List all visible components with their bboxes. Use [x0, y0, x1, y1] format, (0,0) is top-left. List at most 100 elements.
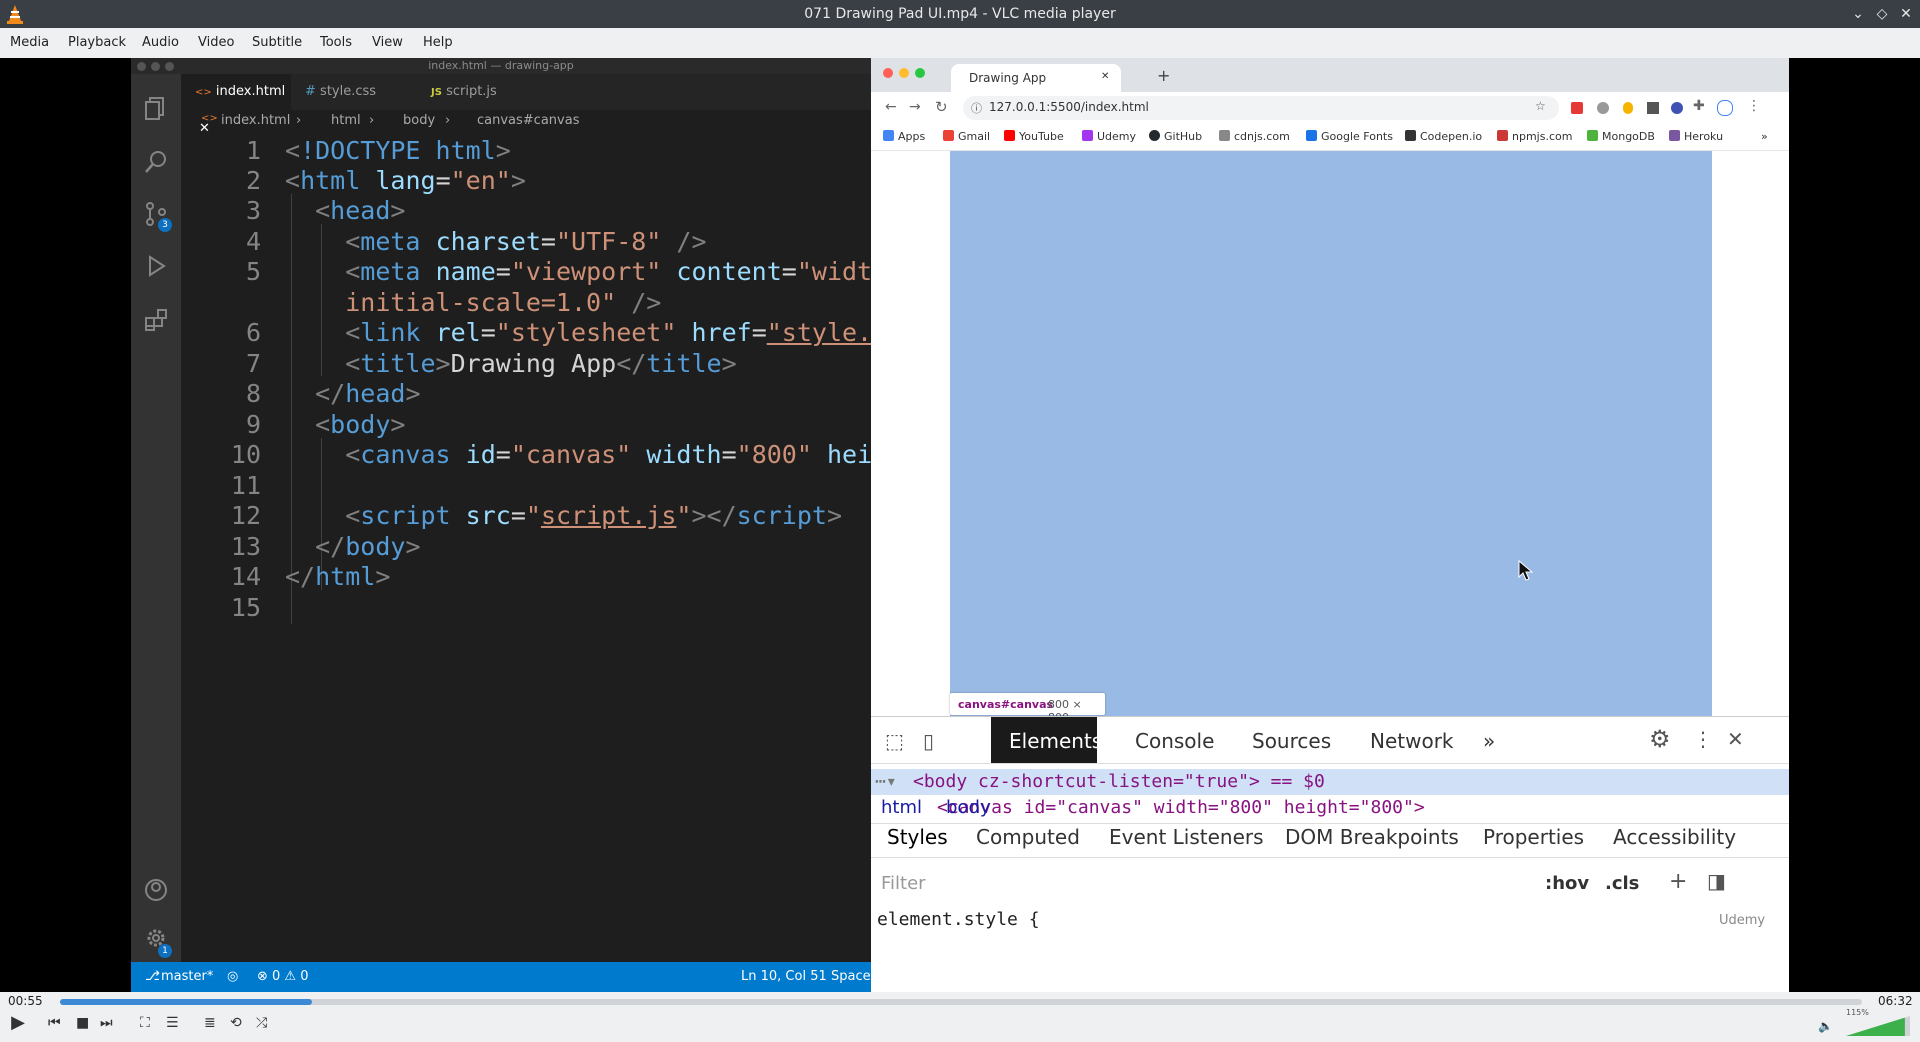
- devtools-tab-sources[interactable]: Sources: [1252, 729, 1331, 753]
- explorer-icon[interactable]: [142, 94, 170, 122]
- menu-audio[interactable]: Audio: [142, 35, 179, 50]
- extensions-puzzle-icon[interactable]: ✚: [1693, 98, 1705, 114]
- restore-icon[interactable]: ◇: [1872, 4, 1892, 24]
- breadcrumb-item[interactable]: html: [331, 113, 361, 128]
- address-bar[interactable]: ⓘ 127.0.0.1:5500/index.html ☆: [963, 96, 1559, 120]
- git-branch[interactable]: master*: [161, 969, 213, 984]
- menu-view[interactable]: View: [372, 35, 403, 50]
- fullscreen-icon[interactable]: ⛶: [140, 1015, 150, 1031]
- new-tab-button[interactable]: +: [1157, 66, 1170, 85]
- add-style-rule-icon[interactable]: +: [1669, 869, 1687, 894]
- play-icon[interactable]: ▶: [6, 1012, 30, 1036]
- back-arrow-icon[interactable]: ←: [885, 99, 897, 115]
- subtab-event-listeners[interactable]: Event Listeners: [1109, 825, 1264, 849]
- extension-icon[interactable]: [1597, 102, 1609, 114]
- bookmark-heroku[interactable]: Heroku: [1669, 130, 1723, 143]
- playlist-icon[interactable]: ≣: [204, 1015, 216, 1031]
- maximize-window-dot-icon[interactable]: [915, 68, 925, 78]
- tab-index-html[interactable]: <> index.html ✕: [181, 74, 291, 136]
- run-debug-icon[interactable]: [142, 252, 170, 280]
- bookmark-udemy[interactable]: Udemy: [1082, 130, 1136, 143]
- kebab-menu-icon[interactable]: ⋮: [1693, 727, 1713, 751]
- info-icon[interactable]: ⓘ: [971, 100, 982, 116]
- stop-icon[interactable]: ■: [76, 1015, 89, 1031]
- bookmark-mongodb[interactable]: MongoDB: [1587, 130, 1655, 143]
- extension-icon[interactable]: [1647, 102, 1659, 114]
- menu-playback[interactable]: Playback: [68, 35, 126, 50]
- problems-indicator[interactable]: ⊗ 0 ⚠ 0: [257, 969, 309, 984]
- code-line: <link rel="stylesheet" href="style.: [345, 318, 873, 347]
- extension-icon[interactable]: [1571, 102, 1583, 114]
- menu-subtitle[interactable]: Subtitle: [252, 35, 302, 50]
- breadcrumb-item[interactable]: canvas#canvas: [477, 113, 579, 128]
- close-devtools-icon[interactable]: ✕: [1727, 727, 1744, 751]
- subtab-computed[interactable]: Computed: [976, 825, 1080, 849]
- device-toolbar-icon[interactable]: ▯: [923, 729, 934, 753]
- settings-gear-icon[interactable]: ⚙: [1649, 725, 1671, 753]
- bookmark-youtube[interactable]: YouTube: [1004, 130, 1064, 143]
- extension-icon[interactable]: [1623, 102, 1633, 114]
- tab-script-js[interactable]: JS script.js: [417, 74, 527, 110]
- inspect-element-icon[interactable]: ⬚: [885, 729, 904, 753]
- breadcrumb-item[interactable]: body: [403, 113, 435, 128]
- seek-bar[interactable]: [60, 999, 1862, 1005]
- menu-media[interactable]: Media: [10, 35, 49, 50]
- code-editor[interactable]: 1 2 3 4 5 6 7 8 9 10 11 12 13 14 15 <!DO…: [181, 134, 873, 962]
- minimize-icon[interactable]: ⌄: [1848, 4, 1868, 24]
- kebab-menu-icon[interactable]: ⋮: [1747, 98, 1761, 114]
- volume-slider[interactable]: [1846, 1016, 1910, 1036]
- menu-help[interactable]: Help: [423, 35, 453, 50]
- sync-icon[interactable]: ◎: [227, 969, 238, 984]
- menu-tools[interactable]: Tools: [320, 35, 352, 50]
- browser-tab[interactable]: Drawing App ✕: [951, 64, 1121, 92]
- hover-state-toggle[interactable]: :hov: [1545, 873, 1589, 894]
- bookmark-apps[interactable]: Apps: [883, 130, 925, 143]
- tab-style-css[interactable]: # style.css: [291, 74, 417, 110]
- dom-tree-row-selected[interactable]: ⋯▾ <body cz-shortcut-listen="true"> == $…: [871, 769, 1789, 795]
- subtab-accessibility[interactable]: Accessibility: [1613, 825, 1736, 849]
- extended-settings-icon[interactable]: ☰: [166, 1015, 179, 1031]
- close-tab-icon[interactable]: ✕: [1101, 71, 1109, 82]
- elapsed-time[interactable]: 00:55: [8, 994, 43, 1008]
- extension-icon[interactable]: [1671, 102, 1683, 114]
- bookmark-gmail[interactable]: Gmail: [943, 130, 990, 143]
- line-number: 3: [245, 196, 261, 225]
- bookmark-github[interactable]: GitHub: [1149, 130, 1202, 143]
- extensions-icon[interactable]: [142, 306, 170, 334]
- close-icon[interactable]: ✕: [1896, 4, 1916, 24]
- loop-icon[interactable]: ⟲: [230, 1015, 242, 1031]
- bookmark-star-icon[interactable]: ☆: [1535, 99, 1546, 113]
- devtools-tab-network[interactable]: Network: [1370, 729, 1454, 753]
- bookmarks-overflow[interactable]: »: [1761, 130, 1768, 143]
- minimize-window-dot-icon[interactable]: [899, 68, 909, 78]
- bookmark-codepen[interactable]: Codepen.io: [1405, 130, 1482, 143]
- account-icon[interactable]: [142, 876, 170, 904]
- video-area[interactable]: index.html — drawing-app 3 1 <> index.ht…: [0, 58, 1920, 992]
- subtab-properties[interactable]: Properties: [1483, 825, 1584, 849]
- menu-video[interactable]: Video: [198, 35, 234, 50]
- subtab-styles[interactable]: Styles: [887, 825, 948, 849]
- close-window-dot-icon[interactable]: [883, 68, 893, 78]
- devtools-tab-console[interactable]: Console: [1135, 729, 1214, 753]
- subtab-dom-breakpoints[interactable]: DOM Breakpoints: [1285, 825, 1459, 849]
- toggle-sidebar-icon[interactable]: ◨: [1707, 869, 1726, 893]
- more-tabs-icon[interactable]: »: [1483, 729, 1495, 753]
- devtools-tab-elements[interactable]: Elements: [1009, 729, 1102, 753]
- reload-icon[interactable]: ↻: [935, 98, 948, 116]
- bookmark-cdnjs[interactable]: cdnjs.com: [1219, 130, 1290, 143]
- previous-icon[interactable]: ⏮: [48, 1015, 61, 1031]
- bookmark-google-fonts[interactable]: Google Fonts: [1306, 130, 1393, 143]
- class-toggle[interactable]: .cls: [1605, 873, 1639, 894]
- drawing-canvas[interactable]: [950, 151, 1712, 716]
- forward-arrow-icon[interactable]: →: [909, 99, 921, 115]
- line-number: 7: [245, 349, 261, 378]
- shuffle-icon[interactable]: ⤮: [256, 1015, 267, 1031]
- cursor-position[interactable]: Ln 10, Col 51: [741, 969, 827, 984]
- search-icon[interactable]: [142, 148, 170, 176]
- volume-speaker-icon[interactable]: 🔈: [1818, 1019, 1833, 1033]
- breadcrumb-item[interactable]: index.html: [221, 113, 290, 128]
- next-icon[interactable]: ⏭: [100, 1015, 113, 1031]
- styles-filter-input[interactable]: Filter: [881, 873, 926, 894]
- bookmark-npmjs[interactable]: npmjs.com: [1497, 130, 1572, 143]
- profile-avatar[interactable]: [1717, 100, 1733, 116]
